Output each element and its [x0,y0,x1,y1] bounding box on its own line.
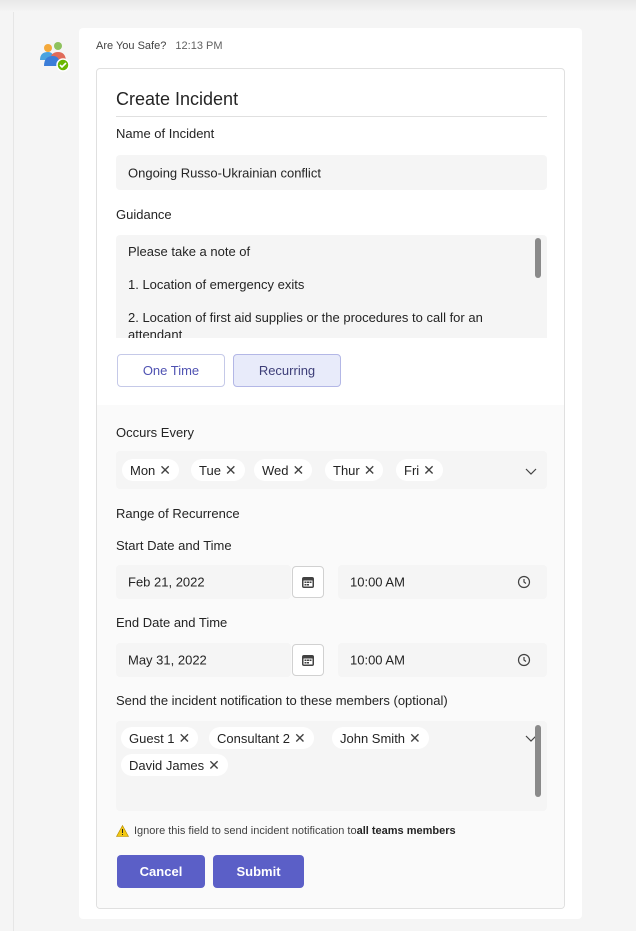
range-label: Range of Recurrence [116,506,240,521]
guidance-textarea[interactable]: Please take a note of 1. Location of eme… [116,235,547,338]
remove-member-icon[interactable]: ✕ [208,757,220,774]
adaptive-card: Create Incident Name of Incident Ongoing… [96,68,565,909]
clock-icon [517,575,531,589]
day-chip-label: Tue [199,462,221,478]
clock-icon [517,653,531,667]
day-chip: Fri ✕ [396,459,443,481]
start-date-input[interactable]: Feb 21, 2022 [116,565,291,599]
cancel-button[interactable]: Cancel [117,855,205,888]
member-chip: Guest 1 ✕ [121,727,199,749]
guidance-line: 2. Location of first aid supplies or the… [128,310,483,338]
day-chip: Tue ✕ [191,459,245,481]
left-divider [13,12,14,931]
member-chip: Consultant 2 ✕ [209,727,314,749]
calendar-icon [302,655,314,666]
start-time-input[interactable]: 10:00 AM [338,565,547,599]
chevron-down-icon[interactable] [524,464,538,478]
member-chip-label: Guest 1 [129,730,175,746]
remove-day-icon[interactable]: ✕ [225,462,237,479]
remove-member-icon[interactable]: ✕ [294,730,306,747]
bot-avatar-icon [40,42,70,72]
day-chip: Mon ✕ [122,459,180,481]
warning-icon [116,825,129,837]
remove-member-icon[interactable]: ✕ [179,730,191,747]
guidance-label: Guidance [116,207,172,222]
members-scrollbar[interactable] [535,725,541,797]
remove-day-icon[interactable]: ✕ [293,462,305,479]
remove-day-icon[interactable]: ✕ [364,462,376,479]
submit-button[interactable]: Submit [213,855,304,888]
guidance-scrollbar[interactable] [535,238,541,278]
day-chip-label: Fri [404,462,420,478]
day-chip-label: Mon [130,462,156,478]
member-chip-label: David James [129,757,205,773]
message-header: Are You Safe? 12:13 PM [96,40,223,52]
remove-day-icon[interactable]: ✕ [159,462,171,479]
card-title: Create Incident [116,89,239,109]
title-divider [116,116,547,117]
end-time-input[interactable]: 10:00 AM [338,643,547,677]
message-time: 12:13 PM [175,40,223,52]
guidance-line: Please take a note of [128,244,251,259]
day-chip-label: Wed [262,462,289,478]
incident-name-input[interactable]: Ongoing Russo-Ukrainian conflict [116,155,547,190]
recurrence-panel: Occurs Every Mon ✕ Tue ✕ Wed ✕ Thur ✕ Fr… [97,405,564,908]
start-time-value: 10:00 AM [350,574,405,590]
hint-bold-text: all teams members [356,825,456,837]
end-label: End Date and Time [116,615,228,630]
members-label: Send the incident notification to these … [116,693,448,708]
day-chip: Thur ✕ [325,459,384,481]
app-page: Are You Safe? 12:13 PM Create Incident N… [0,0,636,931]
end-time-value: 10:00 AM [350,652,405,668]
incident-name-value: Ongoing Russo-Ukrainian conflict [128,165,321,180]
day-chip: Wed ✕ [254,459,313,481]
member-chip-label: Consultant 2 [217,730,290,746]
day-chip-label: Thur [333,462,360,478]
bot-avatar[interactable] [38,40,70,72]
recurring-button[interactable]: Recurring [233,354,341,387]
start-label: Start Date and Time [116,538,232,553]
member-chip-label: John Smith [340,730,406,746]
end-calendar-button[interactable] [292,644,324,676]
occurs-every-label: Occurs Every [116,425,195,440]
remove-day-icon[interactable]: ✕ [423,462,435,479]
top-edge [0,0,636,12]
message-bubble: Are You Safe? 12:13 PM Create Incident N… [79,28,582,919]
incident-name-label: Name of Incident [116,126,215,141]
remove-member-icon[interactable]: ✕ [409,730,421,747]
start-calendar-button[interactable] [292,566,324,598]
member-chip: David James ✕ [121,754,228,776]
member-chip: John Smith ✕ [332,727,429,749]
end-date-value: May 31, 2022 [128,652,207,668]
hint-text: Ignore this field to send incident notif… [134,825,357,837]
guidance-line: 1. Location of emergency exits [128,277,305,292]
members-multiselect[interactable]: Guest 1 ✕ Consultant 2 ✕ John Smith ✕ Da… [116,721,547,811]
start-date-value: Feb 21, 2022 [128,574,205,590]
end-date-input[interactable]: May 31, 2022 [116,643,291,677]
one-time-button[interactable]: One Time [117,354,225,387]
members-hint: Ignore this field to send incident notif… [116,825,456,837]
days-multiselect[interactable]: Mon ✕ Tue ✕ Wed ✕ Thur ✕ Fri ✕ [116,451,547,489]
calendar-icon [302,577,314,588]
sender-name: Are You Safe? [96,40,167,52]
